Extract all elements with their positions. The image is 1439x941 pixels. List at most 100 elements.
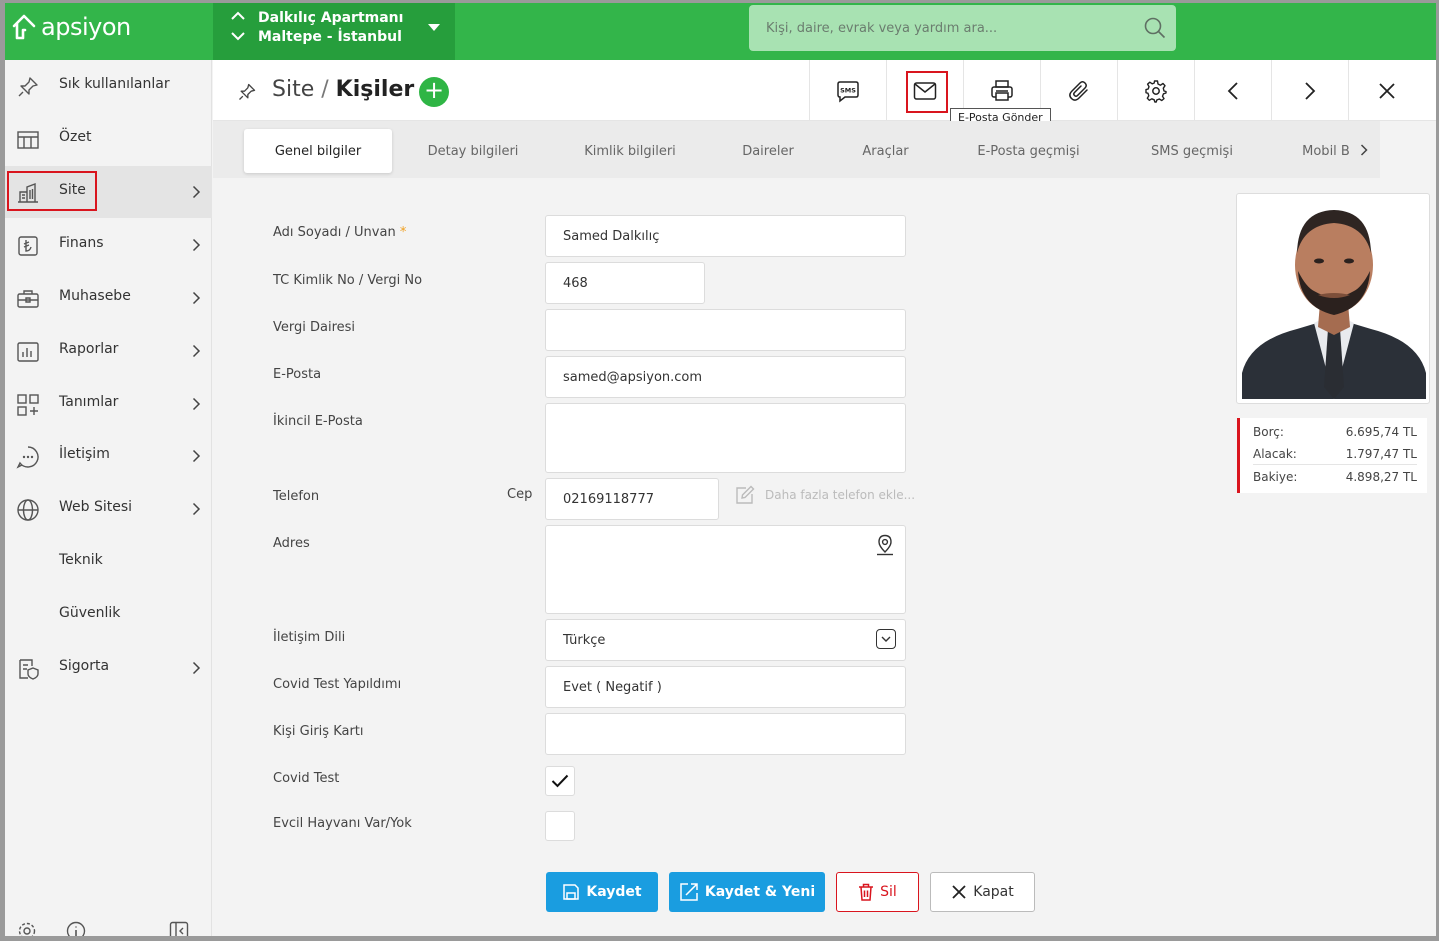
map-pin-icon[interactable] xyxy=(875,534,895,556)
email-field[interactable]: samed@apsiyon.com xyxy=(545,356,906,398)
tab-mobile[interactable]: Mobil B xyxy=(1288,129,1364,173)
tab-vehicles[interactable]: Araçlar xyxy=(843,129,928,173)
info-icon[interactable] xyxy=(66,921,86,936)
sidebar-item-label: Özet xyxy=(59,129,92,145)
sidebar-item-summary[interactable]: Özet xyxy=(5,113,212,165)
chevron-down-icon[interactable] xyxy=(231,32,245,41)
page-header: Site / Kişiler + SMS xyxy=(213,60,1436,121)
trash-icon xyxy=(859,883,874,901)
entry-card-field[interactable] xyxy=(545,713,906,755)
sidebar-item-accounting[interactable]: Muhasebe xyxy=(5,272,212,324)
credit-label: Alacak: xyxy=(1253,447,1297,461)
tab-details[interactable]: Detay bilgileri xyxy=(413,129,533,173)
site-selector[interactable]: Dalkılıç Apartmanı Maltepe - İstanbul xyxy=(213,3,455,60)
send-sms-button[interactable]: SMS xyxy=(809,60,886,121)
tab-sms-history[interactable]: SMS geçmişi xyxy=(1133,129,1251,173)
profile-photo[interactable] xyxy=(1236,193,1430,404)
balance-panel: Borç: 6.695,74 TL Alacak: 1.797,47 TL Ba… xyxy=(1237,418,1427,493)
next-record-button[interactable] xyxy=(1271,60,1348,121)
add-more-phone-text: Daha fazla telefon ekle... xyxy=(765,488,916,502)
sidebar-item-label: Finans xyxy=(59,235,104,251)
site-location: Maltepe - İstanbul xyxy=(258,29,402,45)
shield-doc-icon xyxy=(19,659,39,680)
add-person-button[interactable]: + xyxy=(419,77,449,107)
tax-office-label: Vergi Dairesi xyxy=(273,320,356,335)
covid-test-checkbox[interactable] xyxy=(545,766,575,796)
sidebar-item-finance[interactable]: Finans xyxy=(5,219,212,271)
logo[interactable]: apsiyon xyxy=(11,13,131,41)
phone-type-label[interactable]: Cep xyxy=(507,487,532,502)
pet-checkbox[interactable] xyxy=(545,811,575,841)
pin-page-icon[interactable] xyxy=(237,82,257,102)
sidebar-item-website[interactable]: Web Sitesi xyxy=(5,483,212,535)
sidebar-item-definitions[interactable]: Tanımlar xyxy=(5,378,212,430)
tc-label: TC Kimlik No / Vergi No xyxy=(273,273,423,288)
chevron-right-icon xyxy=(192,449,201,463)
grid-plus-icon xyxy=(17,394,39,416)
sidebar-item-technical[interactable]: Teknik xyxy=(5,536,212,588)
collapse-sidebar-icon[interactable] xyxy=(169,921,189,936)
search-icon[interactable] xyxy=(1144,17,1166,39)
chevron-right-icon[interactable] xyxy=(1360,144,1368,156)
printer-icon xyxy=(991,79,1013,101)
attach-button[interactable] xyxy=(1040,60,1117,121)
search-input[interactable] xyxy=(749,5,1176,51)
tab-identity[interactable]: Kimlik bilgileri xyxy=(568,129,692,173)
chat-icon xyxy=(16,446,39,469)
previous-record-button[interactable] xyxy=(1194,60,1271,121)
tab-general[interactable]: Genel bilgiler xyxy=(244,129,392,173)
debt-value: 6.695,74 TL xyxy=(1345,425,1417,439)
person-photo xyxy=(1242,201,1426,399)
close-button[interactable]: Kapat xyxy=(930,872,1035,912)
breadcrumb-section[interactable]: Site xyxy=(272,77,314,102)
chevron-left-icon xyxy=(1227,81,1238,100)
sidebar-item-insurance[interactable]: Sigorta xyxy=(5,642,212,694)
settings-gear-icon[interactable] xyxy=(17,921,37,936)
tc-field[interactable]: 468 xyxy=(545,262,705,304)
sidebar-item-favorites[interactable]: Sık kullanılanlar xyxy=(5,60,212,112)
delete-button[interactable]: Sil xyxy=(836,872,919,912)
tab-bar: Genel bilgiler Detay bilgileri Kimlik bi… xyxy=(213,121,1380,178)
chevron-up-icon[interactable] xyxy=(231,11,245,20)
language-select[interactable]: Türkçe xyxy=(545,619,906,661)
sidebar-item-communication[interactable]: İletişim xyxy=(5,430,212,482)
save-and-new-button[interactable]: Kaydet & Yeni xyxy=(669,872,825,912)
global-search xyxy=(749,5,1176,51)
sidebar-item-label: Raporlar xyxy=(59,341,119,357)
sidebar-item-security[interactable]: Güvenlik xyxy=(5,589,212,641)
name-field[interactable]: Samed Dalkılıç xyxy=(545,215,906,257)
pin-icon xyxy=(18,77,38,97)
close-page-button[interactable] xyxy=(1348,60,1425,121)
settings-button[interactable] xyxy=(1117,60,1194,121)
debt-label: Borç: xyxy=(1253,425,1284,439)
sidebar-item-reports[interactable]: Raporlar xyxy=(5,325,212,377)
email-label: E-Posta xyxy=(273,367,322,382)
tax-office-field[interactable] xyxy=(545,309,906,351)
sidebar-item-label: Muhasebe xyxy=(59,288,131,304)
dropdown-arrow-icon[interactable] xyxy=(876,629,896,649)
chevron-right-icon xyxy=(192,238,201,252)
phone-field[interactable]: 02169118777 xyxy=(545,478,719,520)
email2-field[interactable] xyxy=(545,403,906,473)
covid-test-done-field[interactable]: Evet ( Negatif ) xyxy=(545,666,906,708)
balance-label: Bakiye: xyxy=(1253,470,1298,484)
sidebar-item-label: İletişim xyxy=(59,446,110,462)
address-field[interactable] xyxy=(545,525,906,614)
balance-value: 4.898,27 TL xyxy=(1345,470,1417,484)
email-highlight-box xyxy=(906,71,948,113)
edit-icon xyxy=(736,485,755,504)
chevron-right-icon xyxy=(192,661,201,675)
add-more-phone-link[interactable]: Daha fazla telefon ekle... xyxy=(735,485,915,505)
tab-apartments[interactable]: Daireler xyxy=(723,129,813,173)
save-button[interactable]: Kaydet xyxy=(546,872,658,912)
sms-label: SMS xyxy=(840,86,856,94)
tab-email-history[interactable]: E-Posta geçmişi xyxy=(961,129,1096,173)
lira-icon xyxy=(18,236,38,256)
language-label: İletişim Dili xyxy=(273,630,346,645)
checkmark-icon xyxy=(551,774,569,788)
page-title: Site / Kişiler xyxy=(272,77,414,102)
dropdown-caret-icon[interactable] xyxy=(428,24,440,31)
top-bar: apsiyon Dalkılıç Apartmanı Maltepe - İst… xyxy=(5,3,1436,60)
breadcrumb-separator: / xyxy=(321,77,329,102)
debt-row: Borç: 6.695,74 TL xyxy=(1253,421,1417,443)
